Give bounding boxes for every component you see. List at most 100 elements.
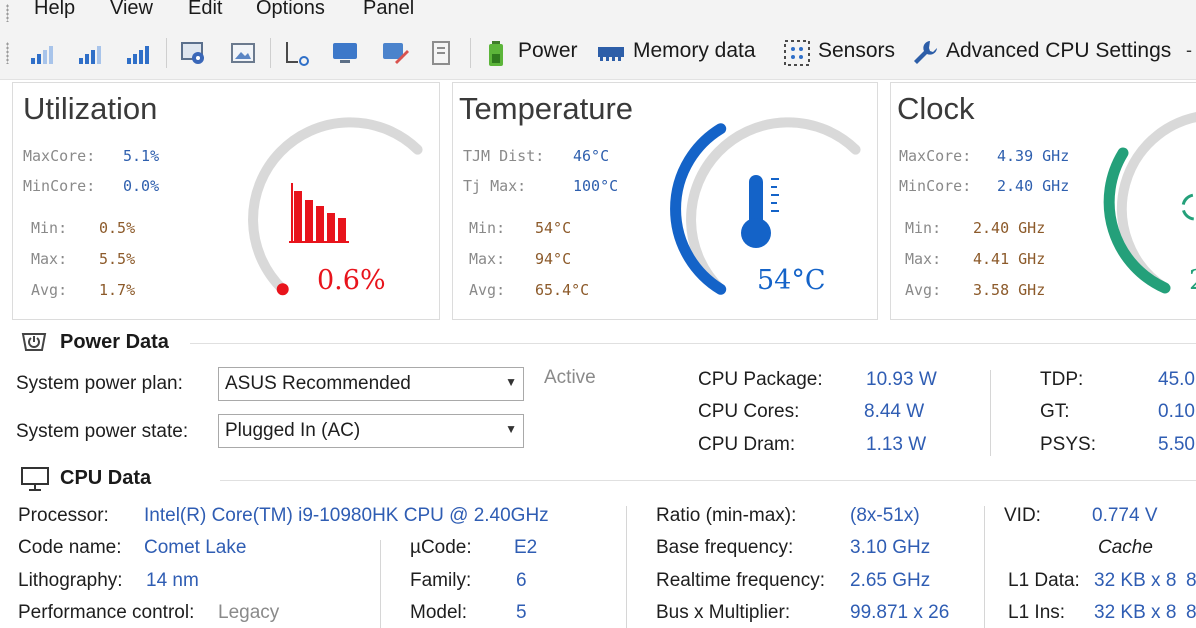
menu-options[interactable]: Options [256,0,325,20]
cpu-package-label: CPU Package: [698,369,823,390]
monitor-settings-icon[interactable] [178,38,208,68]
system-power-state-value: Plugged In (AC) [225,420,361,441]
thermometer-icon [741,175,779,248]
power-plan-status: Active [544,367,596,388]
lithography-label: Lithography: [18,570,123,591]
l1-data-value: 32 KB x 8 [1094,570,1177,591]
menu-bar: Help View Edit Options Panel [0,0,1196,26]
realtime-frequency-value: 2.65 GHz [850,570,931,591]
min-value: 2.40 GHz [973,219,1046,237]
monitor-icon [21,467,49,491]
power-data-heading: Power Data [60,331,169,353]
code-name-value: Comet Lake [144,537,247,558]
document-icon[interactable] [426,38,456,68]
model-label: Model: [410,602,468,623]
l1-ins-value: 32 KB x 8 [1094,602,1177,623]
toolbar-overflow-button[interactable]: - [1186,40,1192,61]
menu-panel[interactable]: Panel [363,0,414,20]
max-value: 4.41 GHz [973,250,1046,268]
memory-data-button[interactable]: Memory data [633,39,756,63]
cpu-dram-value: 1.13 W [866,434,927,455]
menu-help[interactable]: Help [34,0,75,20]
mincore-value: 2.40 GHz [997,177,1070,195]
max-label: Max: [469,250,506,268]
maxcore-value: 5.1% [123,147,160,165]
bus-multiplier-label: Bus x Multiplier: [656,602,791,623]
ratio-label: Ratio (min-max): [656,505,797,526]
chevron-down-icon: ▼ [505,375,517,389]
max-value: 5.5% [99,250,136,268]
processor-label: Processor: [18,505,109,526]
bus-multiplier-value: 99.871 x 26 [850,602,950,623]
section-divider [220,480,1196,481]
temperature-value: 54°C [757,265,826,296]
min-value: 54°C [535,219,572,237]
base-frequency-value: 3.10 GHz [850,537,931,558]
performance-control-label: Performance control: [18,602,195,623]
l1-ins-label: L1 Ins: [1008,602,1066,623]
cpu-dram-label: CPU Dram: [698,434,796,455]
display-icon[interactable] [330,38,360,68]
advanced-cpu-settings-button[interactable]: Advanced CPU Settings [946,39,1171,63]
cpu-cores-value: 8.44 W [864,401,925,422]
tj-max-value: 100°C [573,177,619,195]
sensors-icon[interactable] [782,38,812,68]
avg-label: Avg: [31,281,68,299]
clock-title: Clock [897,91,975,126]
max-label: Max: [31,250,68,268]
section-divider [190,343,1196,344]
mincore-label: MinCore: [23,177,96,195]
signal-low-icon[interactable] [28,38,58,68]
base-frequency-label: Base frequency: [656,537,794,558]
clock-value: 2. [1189,265,1196,296]
system-power-state-label: System power state: [16,421,189,442]
signal-medium-icon[interactable] [76,38,106,68]
code-name-label: Code name: [18,537,122,558]
mincore-label: MinCore: [899,177,972,195]
l1-data-extra: 8 [1186,570,1196,591]
column-separator [984,506,985,628]
signal-high-icon[interactable] [124,38,154,68]
gt-label: GT: [1040,401,1070,422]
sensors-button[interactable]: Sensors [818,39,895,63]
avg-label: Avg: [905,281,942,299]
tdp-label: TDP: [1040,369,1084,390]
system-power-plan-label: System power plan: [16,373,183,394]
tjm-dist-label: TJM Dist: [463,147,545,165]
memory-icon[interactable] [596,38,626,68]
bar-chart-icon [289,183,349,243]
edit-screen-icon[interactable] [380,38,410,68]
toolbar: Power Memory data Sensors Advanced CPU S… [0,26,1196,80]
wrench-icon[interactable] [910,38,940,68]
toolbar-separator [166,38,167,68]
chevron-down-icon: ▼ [505,422,517,436]
column-separator [990,370,991,456]
chart-point-icon[interactable] [282,38,312,68]
min-value: 0.5% [99,219,136,237]
clock-panel: Clock MaxCore: 4.39 GHz MinCore: 2.40 GH… [890,82,1196,320]
menu-grip [6,4,9,22]
min-label: Min: [31,219,68,237]
avg-label: Avg: [469,281,506,299]
l1-data-label: L1 Data: [1008,570,1080,591]
menu-edit[interactable]: Edit [188,0,222,20]
vid-label: VID: [1004,505,1041,526]
temperature-title: Temperature [459,91,634,126]
system-power-plan-select[interactable]: ASUS Recommended ▼ [218,367,524,401]
system-power-state-select[interactable]: Plugged In (AC) ▼ [218,414,524,448]
menu-view[interactable]: View [110,0,153,20]
utilization-value: 0.6% [317,265,386,296]
battery-icon[interactable] [482,38,512,68]
power-button[interactable]: Power [518,39,578,63]
vid-value: 0.774 V [1092,505,1158,526]
min-label: Min: [469,219,506,237]
image-window-icon[interactable] [228,38,258,68]
processor-value: Intel(R) Core(TM) i9-10980HK CPU @ 2.40G… [144,505,549,526]
model-value: 5 [516,602,527,623]
column-separator [380,540,381,628]
cpu-cores-label: CPU Cores: [698,401,800,422]
avg-value: 3.58 GHz [973,281,1046,299]
lithography-value: 14 nm [146,570,199,591]
cpu-package-value: 10.93 W [866,369,937,390]
toolbar-separator [270,38,271,68]
